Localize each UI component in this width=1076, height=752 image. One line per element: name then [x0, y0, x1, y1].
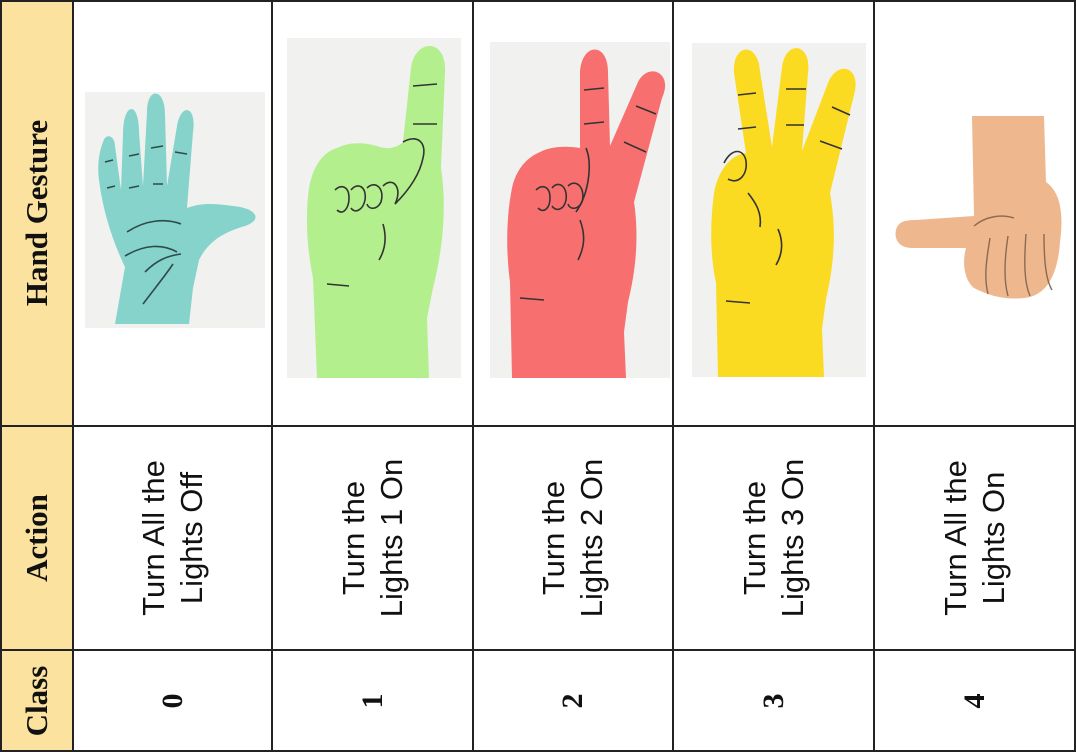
grid-line	[472, 0, 474, 752]
action-2-line2: Lights 2 On	[574, 458, 609, 618]
header-action-label: Action	[18, 494, 54, 582]
thumb-sideways-hand-icon	[895, 116, 1062, 299]
action-3-line2: Lights 3 On	[774, 458, 810, 618]
grid-line	[0, 649, 1076, 651]
gesture-cell-1	[272, 0, 473, 426]
class-cell-0: 0	[73, 650, 272, 752]
grid-line	[672, 0, 674, 752]
action-1-line2: Lights 1 On	[373, 458, 409, 618]
header-class-label: Class	[18, 665, 54, 737]
two-finger-hand-icon	[490, 42, 670, 378]
three-finger-hand-icon	[692, 43, 866, 377]
action-0-line2: Lights Off	[173, 471, 209, 605]
grid-line	[271, 0, 273, 752]
class-cell-4: 4	[874, 650, 1076, 752]
header-hand-gesture-label: Hand Gesture	[18, 119, 54, 307]
action-0-line1: Turn All the	[135, 460, 171, 616]
gesture-cell-3	[673, 0, 874, 426]
class-cell-2: 2	[473, 650, 673, 752]
action-4-line1: Turn All the	[938, 460, 973, 616]
action-cell-1: Turn the Lights 1 On	[272, 426, 473, 650]
open-palm-hand-icon	[85, 92, 265, 328]
grid-line	[0, 425, 1076, 427]
grid-line	[0, 0, 1076, 2]
class-1-label: 1	[355, 693, 389, 709]
class-0-label: 0	[155, 693, 189, 709]
action-2-line1: Turn the	[536, 480, 571, 596]
gesture-cell-2	[473, 0, 673, 426]
action-cell-4: Turn All the Lights On	[874, 426, 1076, 650]
one-finger-hand-icon	[287, 38, 461, 378]
header-hand-gesture: Hand Gesture	[0, 0, 73, 426]
header-class: Class	[0, 650, 73, 752]
action-4-line2: Lights On	[976, 471, 1011, 605]
grid-line	[0, 0, 2, 752]
gesture-table: Hand Gesture Action Class Turn All the Li…	[0, 0, 1076, 752]
gesture-cell-0	[73, 0, 272, 426]
class-cell-1: 1	[272, 650, 473, 752]
class-3-label: 3	[756, 693, 790, 709]
action-cell-0: Turn All the Lights Off	[73, 426, 272, 650]
action-3-line1: Turn the	[736, 480, 772, 596]
grid-line	[873, 0, 875, 752]
action-cell-3: Turn the Lights 3 On	[673, 426, 874, 650]
grid-line	[72, 0, 74, 752]
gesture-cell-4	[874, 0, 1076, 426]
class-2-label: 2	[556, 693, 589, 709]
class-cell-3: 3	[673, 650, 874, 752]
class-4-label: 4	[958, 693, 991, 709]
action-cell-2: Turn the Lights 2 On	[473, 426, 673, 650]
action-1-line1: Turn the	[335, 480, 371, 596]
header-action: Action	[0, 426, 73, 650]
